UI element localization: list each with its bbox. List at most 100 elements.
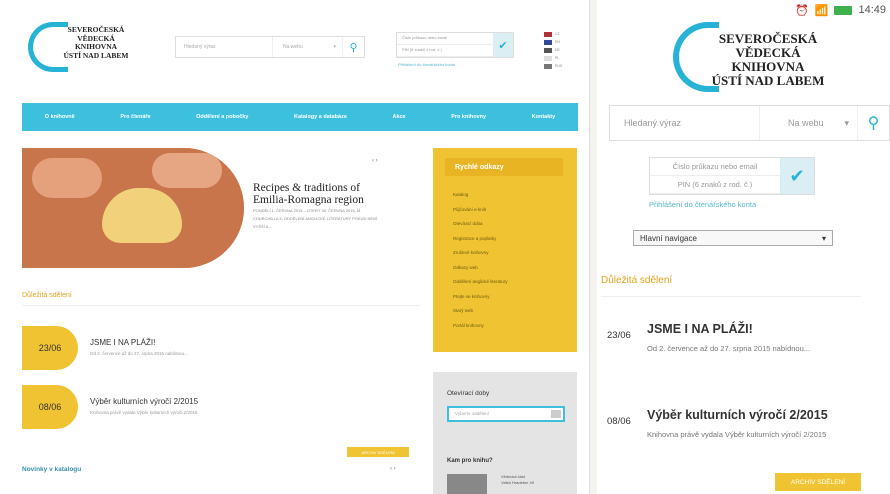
flag-icon xyxy=(544,55,552,61)
divider xyxy=(601,296,861,297)
hero-hand xyxy=(152,153,222,188)
quick-link[interactable]: Katalog xyxy=(453,188,508,203)
news-summary: Knihovna právě vydala Výběr kulturních v… xyxy=(90,410,198,415)
clock: 14:49 xyxy=(858,4,886,16)
catalog-slider-controls[interactable]: ‹ › xyxy=(390,466,396,472)
flag-icon xyxy=(544,63,552,69)
chevron-down-icon: ▾ xyxy=(821,233,826,243)
logo-text: SEVEROČESKÁ VĚDECKÁ KNIHOVNA ÚSTÍ NAD LA… xyxy=(703,32,833,88)
search-scope-select[interactable]: Na webu ▾ xyxy=(759,106,857,140)
search-bar: Hledaný výraz Na webu ▾ ⚲ xyxy=(175,36,365,58)
news-item[interactable]: 23/06 JSME I NA PLÁŽI! Od 2. července až… xyxy=(22,326,422,370)
opening-hours-heading: Otevírací doby xyxy=(447,390,490,397)
login-submit-button[interactable]: ✔ xyxy=(493,33,513,57)
lang-option[interactable]: RUS xyxy=(544,62,578,70)
nav-item-readers[interactable]: Pro čtenáře xyxy=(120,114,150,120)
hero-description: Pondělí 1. června 2015 – úterý 30. červn… xyxy=(253,208,378,229)
mobile-view: ⏰ 📶 14:49 SEVEROČESKÁ VĚDECKÁ KNIHOVNA Ú… xyxy=(597,0,890,494)
quick-link[interactable]: Zrušené knihovny xyxy=(453,246,508,261)
news-date: 23/06 xyxy=(607,330,631,341)
opening-hours-panel: Otevírací doby Vyberte oddělení Kam pro … xyxy=(433,372,577,494)
news-title[interactable]: JSME I NA PLÁŽI! xyxy=(647,322,753,336)
building-image xyxy=(447,474,487,494)
alarm-icon: ⏰ xyxy=(795,4,809,17)
chevron-down-icon: ▾ xyxy=(844,117,849,128)
chevron-down-icon: ▾ xyxy=(333,44,336,50)
news-title[interactable]: Výběr kulturních výročí 2/2015 xyxy=(647,408,828,422)
quick-link[interactable]: Starý web xyxy=(453,304,508,319)
search-icon: ⚲ xyxy=(349,41,358,54)
quick-link[interactable]: Otevírací doba xyxy=(453,217,508,232)
library-logo[interactable]: SEVEROČESKÁ VĚDECKÁ KNIHOVNA ÚSTÍ NAD LA… xyxy=(28,22,138,72)
search-input[interactable]: Hledaný výraz xyxy=(610,118,759,128)
search-scope-select[interactable]: Na webu ▾ xyxy=(272,37,342,57)
login-box: Číslo průkazu nebo email PIN (6 znaků z … xyxy=(396,32,514,58)
lang-option[interactable]: EN xyxy=(544,38,578,46)
search-input[interactable]: Hledaný výraz xyxy=(176,44,272,50)
slider-controls[interactable]: ‹ › xyxy=(372,158,378,164)
logo-line: SEVEROČESKÁ xyxy=(718,31,818,46)
news-date: 23/06 xyxy=(22,326,78,370)
checkmark-icon: ✔ xyxy=(789,165,805,186)
branch-info: Vědecká část Velká Hradební 49 xyxy=(501,474,534,486)
lang-option[interactable]: CZ xyxy=(544,30,578,38)
nav-item-libraries[interactable]: Pro knihovny xyxy=(451,114,486,120)
quick-link[interactable]: Registrace a poplatky xyxy=(453,232,508,247)
quick-link[interactable]: Ptejte se knihovny xyxy=(453,290,508,305)
nav-item-departments[interactable]: Oddělení a pobočky xyxy=(196,114,248,120)
account-login-link[interactable]: Přihlášení do čtenářského konta xyxy=(398,62,455,67)
flag-icon xyxy=(544,39,552,45)
dropdown-icon xyxy=(551,410,561,418)
hero-title[interactable]: Recipes & traditions of Emilia-Romagna r… xyxy=(253,182,383,206)
nav-select-value: Hlavní navigace xyxy=(640,233,697,243)
main-navigation-select[interactable]: Hlavní navigace ▾ xyxy=(633,230,833,246)
lang-label: CZ xyxy=(555,32,560,36)
login-box: Číslo průkazu nebo email PIN (6 znaků z … xyxy=(649,157,815,195)
news-date: 08/06 xyxy=(22,385,78,429)
logo-line: ÚSTÍ NAD LABEM xyxy=(711,73,825,88)
quick-links-heading: Rychlé odkazy xyxy=(445,158,563,176)
library-logo[interactable]: SEVEROČESKÁ VĚDECKÁ KNIHOVNA ÚSTÍ NAD LA… xyxy=(673,22,853,94)
quick-link[interactable]: Půjčování e-knih xyxy=(453,203,508,218)
where-heading: Kam pro knihu? xyxy=(447,458,493,464)
account-login-link[interactable]: Přihlášení do čtenářského konta xyxy=(649,200,756,209)
news-title[interactable]: JSME I NA PLÁŽI! xyxy=(90,338,155,347)
news-summary: Od 2. července až do 27. srpna 2015 nabí… xyxy=(647,344,811,353)
search-scope-value: Na webu xyxy=(283,44,303,50)
main-navigation: O knihovně Pro čtenáře Oddělení a pobočk… xyxy=(22,103,578,131)
news-item[interactable]: 08/06 Výběr kulturních výročí 2/2015 Kni… xyxy=(22,385,422,429)
department-select[interactable]: Vyberte oddělení xyxy=(447,406,565,422)
logo-line: KNIHOVNA xyxy=(731,59,805,74)
logo-line: VĚDECKÁ xyxy=(735,45,801,60)
status-bar: ⏰ 📶 14:49 xyxy=(597,0,890,20)
checkmark-icon: ✔ xyxy=(498,39,508,52)
lang-label: PL xyxy=(555,56,560,60)
important-news-heading: Důležitá sdělení xyxy=(601,275,673,286)
lang-label: DE xyxy=(555,48,560,52)
quick-link[interactable]: Odkazy web xyxy=(453,261,508,276)
nav-item-about[interactable]: O knihovně xyxy=(45,114,75,120)
nav-item-catalogs[interactable]: Katalogy a databáze xyxy=(294,114,347,120)
news-date: 08/06 xyxy=(607,416,631,427)
login-submit-button[interactable]: ✔ xyxy=(780,158,814,194)
lang-option[interactable]: DE xyxy=(544,46,578,54)
search-button[interactable]: ⚲ xyxy=(857,106,889,140)
hero-hand xyxy=(32,158,102,198)
desktop-view: SEVEROČESKÁ VĚDECKÁ KNIHOVNA ÚSTÍ NAD LA… xyxy=(0,0,590,494)
nav-item-events[interactable]: Akce xyxy=(392,114,405,120)
flag-icon xyxy=(544,31,552,37)
search-button[interactable]: ⚲ xyxy=(342,37,364,57)
news-title[interactable]: Výběr kulturních výročí 2/2015 xyxy=(90,397,198,406)
hero-image[interactable] xyxy=(22,148,244,268)
logo-text: SEVEROČESKÁ VĚDECKÁ KNIHOVNA ÚSTÍ NAD LA… xyxy=(56,25,136,60)
quick-link[interactable]: Portál knihovny xyxy=(453,319,508,334)
archive-button[interactable]: ARCHIV SDĚLENÍ xyxy=(347,447,409,457)
lang-option[interactable]: PL xyxy=(544,54,578,62)
news-summary: Knihovna právě vydala Výběr kulturních v… xyxy=(647,430,827,439)
battery-icon xyxy=(834,5,853,15)
nav-item-contacts[interactable]: Kontakty xyxy=(532,114,556,120)
divider xyxy=(22,305,420,306)
archive-button[interactable]: ARCHIV SDĚLENÍ xyxy=(775,473,861,491)
logo-line: ÚSTÍ NAD LABEM xyxy=(63,50,129,60)
quick-link[interactable]: Oddělení anglické literatury xyxy=(453,275,508,290)
